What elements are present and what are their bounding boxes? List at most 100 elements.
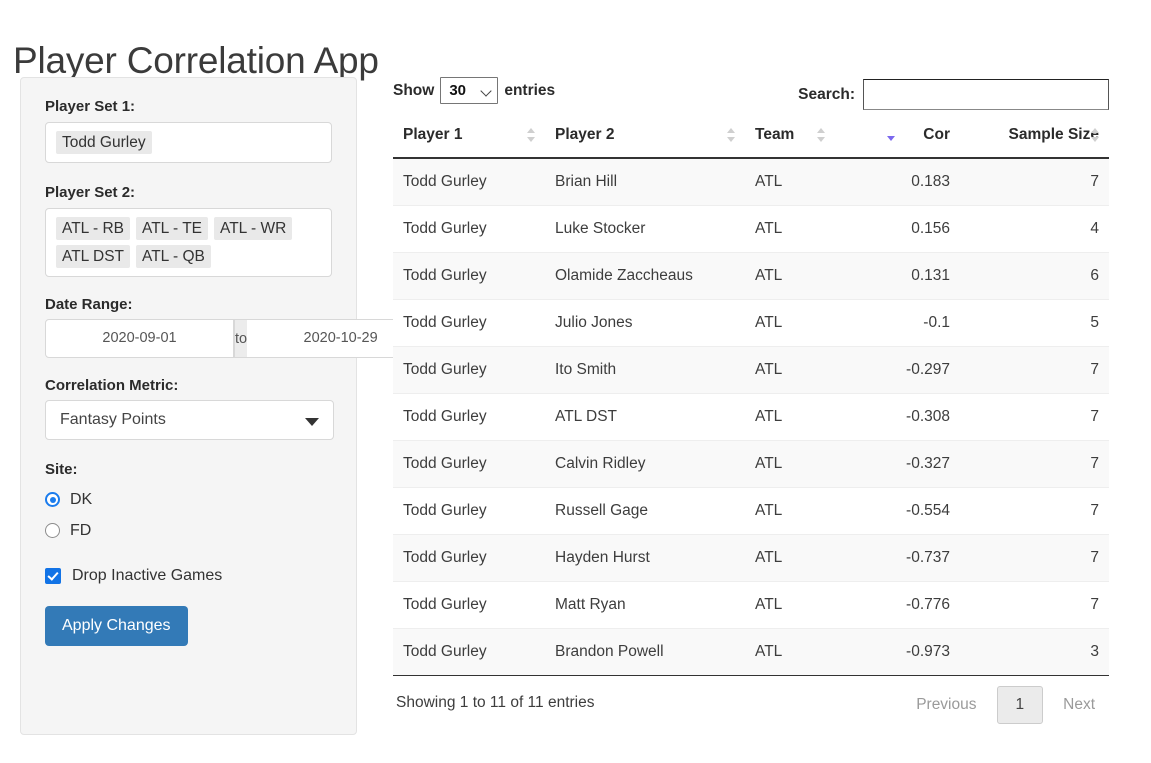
date-start-input[interactable] bbox=[45, 319, 234, 358]
player-set-1-chips: Todd Gurley bbox=[56, 131, 321, 154]
column-label: Player 1 bbox=[403, 126, 463, 143]
table-row[interactable]: Todd Gurley Olamide Zaccheaus ATL 0.131 6 bbox=[393, 252, 1109, 300]
pagination-previous[interactable]: Previous bbox=[902, 687, 990, 723]
cell-player-2: Matt Ryan bbox=[545, 581, 745, 629]
date-range-group: to bbox=[45, 319, 436, 358]
cell-player-1: Todd Gurley bbox=[393, 205, 545, 253]
cell-player-2: Russell Gage bbox=[545, 487, 745, 535]
site-radio-dk[interactable]: DK bbox=[45, 484, 332, 515]
cell-player-2: Julio Jones bbox=[545, 299, 745, 347]
drop-inactive-games-checkbox[interactable]: Drop Inactive Games bbox=[45, 562, 332, 590]
cell-sample-size: 7 bbox=[960, 346, 1109, 394]
table-row[interactable]: Todd Gurley Brian Hill ATL 0.183 7 bbox=[393, 158, 1109, 206]
cell-cor: 0.156 bbox=[835, 205, 960, 253]
page-title: Player Correlation App bbox=[13, 39, 379, 81]
apply-changes-button[interactable]: Apply Changes bbox=[45, 606, 188, 646]
pagination: Previous 1 Next bbox=[902, 686, 1109, 724]
date-range-label: Date Range: bbox=[45, 296, 133, 313]
search-control: Search: bbox=[798, 79, 1109, 110]
column-label: Sample Size bbox=[1008, 126, 1099, 143]
sort-both-icon bbox=[1091, 128, 1100, 142]
cell-sample-size: 7 bbox=[960, 581, 1109, 629]
site-radio-dk-label: DK bbox=[70, 490, 93, 508]
checkbox-checked-icon bbox=[45, 568, 61, 584]
column-header-team[interactable]: Team bbox=[745, 116, 835, 159]
page-length-value: 30 bbox=[449, 82, 467, 99]
table-row[interactable]: Todd Gurley Luke Stocker ATL 0.156 4 bbox=[393, 205, 1109, 253]
cell-team: ATL bbox=[745, 346, 835, 394]
controls-panel: Player Set 1: Todd Gurley Player Set 2: … bbox=[20, 77, 436, 735]
cell-player-1: Todd Gurley bbox=[393, 440, 545, 488]
table-row[interactable]: Todd Gurley Russell Gage ATL -0.554 7 bbox=[393, 487, 1109, 535]
cell-cor: -0.973 bbox=[835, 628, 960, 676]
cell-team: ATL bbox=[745, 534, 835, 582]
pagination-page-1[interactable]: 1 bbox=[996, 686, 1044, 724]
radio-selected-icon bbox=[45, 492, 60, 507]
column-label: Cor bbox=[923, 126, 950, 143]
cell-sample-size: 7 bbox=[960, 158, 1109, 206]
cell-team: ATL bbox=[745, 628, 835, 676]
cell-sample-size: 7 bbox=[960, 440, 1109, 488]
cell-player-2: ATL DST bbox=[545, 393, 745, 441]
site-radio-fd[interactable]: FD bbox=[45, 515, 332, 546]
page-length-control: Show 30 entries bbox=[393, 77, 555, 104]
cell-player-1: Todd Gurley bbox=[393, 346, 545, 394]
player-chip[interactable]: ATL DST bbox=[56, 245, 131, 268]
cell-player-2: Ito Smith bbox=[545, 346, 745, 394]
cell-sample-size: 3 bbox=[960, 628, 1109, 676]
cell-player-1: Todd Gurley bbox=[393, 393, 545, 441]
table-row[interactable]: Todd Gurley Matt Ryan ATL -0.776 7 bbox=[393, 581, 1109, 629]
player-chip[interactable]: ATL - QB bbox=[136, 245, 211, 268]
table-row[interactable]: Todd Gurley ATL DST ATL -0.308 7 bbox=[393, 393, 1109, 441]
column-header-player-2[interactable]: Player 2 bbox=[545, 116, 745, 159]
cell-sample-size: 6 bbox=[960, 252, 1109, 300]
player-set-2-input[interactable]: ATL - RB ATL - TE ATL - WR ATL DST ATL -… bbox=[45, 208, 332, 277]
table-row[interactable]: Todd Gurley Julio Jones ATL -0.1 5 bbox=[393, 299, 1109, 347]
correlation-metric-value: Fantasy Points bbox=[60, 411, 166, 428]
player-chip[interactable]: ATL - WR bbox=[214, 217, 293, 240]
sort-both-icon bbox=[727, 128, 736, 142]
cell-player-1: Todd Gurley bbox=[393, 158, 545, 206]
correlation-metric-select[interactable]: Fantasy Points bbox=[45, 400, 334, 440]
cell-player-1: Todd Gurley bbox=[393, 252, 545, 300]
table-row[interactable]: Todd Gurley Hayden Hurst ATL -0.737 7 bbox=[393, 534, 1109, 582]
sort-both-icon bbox=[527, 128, 536, 142]
cell-player-2: Brian Hill bbox=[545, 158, 745, 206]
player-set-2-label: Player Set 2: bbox=[45, 184, 136, 201]
correlation-table: Player 1 Player 2 Team Cor Sample Size T… bbox=[393, 116, 1109, 676]
cell-player-2: Calvin Ridley bbox=[545, 440, 745, 488]
page-length-select[interactable]: 30 bbox=[440, 77, 499, 104]
cell-cor: 0.131 bbox=[835, 252, 960, 300]
site-label: Site: bbox=[45, 461, 78, 478]
table-row[interactable]: Todd Gurley Ito Smith ATL -0.297 7 bbox=[393, 346, 1109, 394]
column-header-sample-size[interactable]: Sample Size bbox=[960, 116, 1109, 159]
table-header: Player 1 Player 2 Team Cor Sample Size bbox=[393, 116, 1109, 159]
search-label: Search: bbox=[798, 85, 855, 103]
player-chip[interactable]: Todd Gurley bbox=[56, 131, 152, 154]
results-panel: Show 30 entries Search: Player 1 Player … bbox=[393, 74, 1109, 732]
cell-player-1: Todd Gurley bbox=[393, 299, 545, 347]
table-controls: Show 30 entries Search: bbox=[393, 74, 1109, 116]
player-chip[interactable]: ATL - RB bbox=[56, 217, 131, 240]
player-set-1-input[interactable]: Todd Gurley bbox=[45, 122, 332, 163]
search-input[interactable] bbox=[863, 79, 1109, 110]
cell-team: ATL bbox=[745, 299, 835, 347]
player-set-1-label: Player Set 1: bbox=[45, 98, 136, 115]
cell-player-2: Brandon Powell bbox=[545, 628, 745, 676]
cell-team: ATL bbox=[745, 205, 835, 253]
cell-team: ATL bbox=[745, 440, 835, 488]
table-row[interactable]: Todd Gurley Brandon Powell ATL -0.973 3 bbox=[393, 628, 1109, 676]
cell-team: ATL bbox=[745, 393, 835, 441]
pagination-next[interactable]: Next bbox=[1049, 687, 1109, 723]
column-header-cor[interactable]: Cor bbox=[835, 116, 960, 159]
table-row[interactable]: Todd Gurley Calvin Ridley ATL -0.327 7 bbox=[393, 440, 1109, 488]
correlation-metric-label: Correlation Metric: bbox=[45, 377, 179, 394]
cell-player-1: Todd Gurley bbox=[393, 581, 545, 629]
player-chip[interactable]: ATL - TE bbox=[136, 217, 209, 240]
cell-cor: -0.776 bbox=[835, 581, 960, 629]
cell-cor: -0.1 bbox=[835, 299, 960, 347]
cell-cor: 0.183 bbox=[835, 158, 960, 206]
cell-sample-size: 7 bbox=[960, 487, 1109, 535]
sort-descending-icon bbox=[887, 127, 896, 141]
column-header-player-1[interactable]: Player 1 bbox=[393, 116, 545, 159]
